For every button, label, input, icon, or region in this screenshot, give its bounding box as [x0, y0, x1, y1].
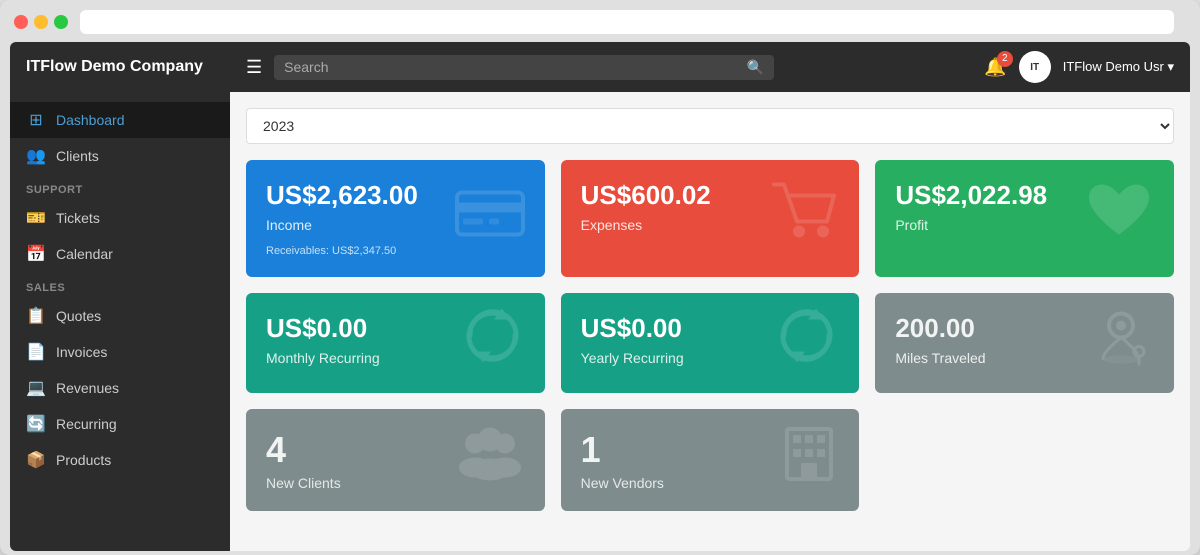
sidebar-item-products[interactable]: 📦 Products	[10, 442, 230, 478]
refresh-icon	[460, 304, 525, 383]
navbar-right: 🔔 2 IT ITFlow Demo Usr ▾	[984, 51, 1174, 83]
yearly-recurring-card: US$0.00 Yearly Recurring	[561, 293, 860, 393]
calendar-icon: 📅	[26, 244, 46, 264]
new-vendors-card: 1 New Vendors	[561, 409, 860, 511]
brand-name: ITFlow Demo Company	[26, 58, 246, 76]
miles-traveled-card: 200.00 Miles Traveled	[875, 293, 1174, 393]
sidebar-section-sales: SALES	[10, 272, 230, 298]
refresh-icon-2	[774, 304, 839, 383]
sidebar-item-label: Dashboard	[56, 112, 125, 128]
sidebar-item-clients[interactable]: 👥 Clients	[10, 138, 230, 174]
avatar-initials: IT	[1030, 62, 1039, 73]
year-select-wrapper: 2023 2022 2021	[246, 108, 1174, 144]
main-content: 2023 2022 2021 US$2,623.00 Income Receiv…	[230, 92, 1190, 551]
sidebar-item-label: Recurring	[56, 416, 117, 432]
revenues-icon: 💻	[26, 378, 46, 398]
url-bar[interactable]	[80, 10, 1174, 34]
sidebar: ⊞ Dashboard 👥 Clients SUPPORT 🎫 Tickets …	[10, 92, 230, 551]
sidebar-item-label: Invoices	[56, 344, 107, 360]
main-area: ⊞ Dashboard 👥 Clients SUPPORT 🎫 Tickets …	[10, 92, 1190, 551]
profit-card: US$2,022.98 Profit	[875, 160, 1174, 277]
tickets-icon: 🎫	[26, 208, 46, 228]
sidebar-section-support: SUPPORT	[10, 174, 230, 200]
sidebar-item-quotes[interactable]: 📋 Quotes	[10, 298, 230, 334]
sidebar-item-recurring[interactable]: 🔄 Recurring	[10, 406, 230, 442]
maximize-btn[interactable]	[54, 15, 68, 29]
cart-icon	[769, 179, 839, 258]
building-icon	[779, 423, 839, 497]
quotes-icon: 📋	[26, 306, 46, 326]
credit-card-icon	[455, 184, 525, 253]
sidebar-item-dashboard[interactable]: ⊞ Dashboard	[10, 102, 230, 138]
avatar: IT	[1019, 51, 1051, 83]
expenses-card: US$600.02 Expenses	[561, 160, 860, 277]
sidebar-item-label: Quotes	[56, 308, 101, 324]
year-select[interactable]: 2023 2022 2021	[246, 108, 1174, 144]
sidebar-item-invoices[interactable]: 📄 Invoices	[10, 334, 230, 370]
sidebar-item-label: Calendar	[56, 246, 113, 262]
sidebar-item-revenues[interactable]: 💻 Revenues	[10, 370, 230, 406]
notifications-button[interactable]: 🔔 2	[984, 57, 1006, 78]
dashboard-icon: ⊞	[26, 110, 46, 130]
heart-icon	[1084, 179, 1154, 258]
browser-titlebar	[10, 10, 1190, 34]
products-icon: 📦	[26, 450, 46, 470]
user-menu[interactable]: ITFlow Demo Usr ▾	[1063, 59, 1174, 75]
close-btn[interactable]	[14, 15, 28, 29]
search-input[interactable]	[284, 59, 747, 75]
sidebar-item-calendar[interactable]: 📅 Calendar	[10, 236, 230, 272]
empty-cell	[875, 409, 1174, 511]
clients-icon: 👥	[26, 146, 46, 166]
dashboard-grid-bottom: 4 New Clients	[246, 409, 1174, 511]
browser-buttons	[14, 15, 68, 29]
sidebar-item-label: Products	[56, 452, 111, 468]
top-navbar: ITFlow Demo Company ☰ 🔍 🔔 2 IT ITFlow De…	[10, 42, 1190, 92]
sidebar-item-tickets[interactable]: 🎫 Tickets	[10, 200, 230, 236]
search-bar[interactable]: 🔍	[274, 55, 774, 80]
recurring-icon: 🔄	[26, 414, 46, 434]
app-container: ITFlow Demo Company ☰ 🔍 🔔 2 IT ITFlow De…	[10, 42, 1190, 551]
group-icon	[455, 426, 525, 495]
minimize-btn[interactable]	[34, 15, 48, 29]
sidebar-item-label: Revenues	[56, 380, 119, 396]
sidebar-item-label: Tickets	[56, 210, 100, 226]
income-card: US$2,623.00 Income Receivables: US$2,347…	[246, 160, 545, 277]
browser-window: ITFlow Demo Company ☰ 🔍 🔔 2 IT ITFlow De…	[0, 0, 1200, 555]
notification-badge: 2	[997, 51, 1013, 67]
menu-toggle-icon[interactable]: ☰	[246, 57, 262, 78]
monthly-recurring-card: US$0.00 Monthly Recurring	[246, 293, 545, 393]
dashboard-grid-top: US$2,623.00 Income Receivables: US$2,347…	[246, 160, 1174, 393]
map-pin-icon	[1089, 304, 1154, 383]
invoices-icon: 📄	[26, 342, 46, 362]
new-clients-card: 4 New Clients	[246, 409, 545, 511]
search-icon: 🔍	[747, 59, 764, 76]
sidebar-item-label: Clients	[56, 148, 99, 164]
